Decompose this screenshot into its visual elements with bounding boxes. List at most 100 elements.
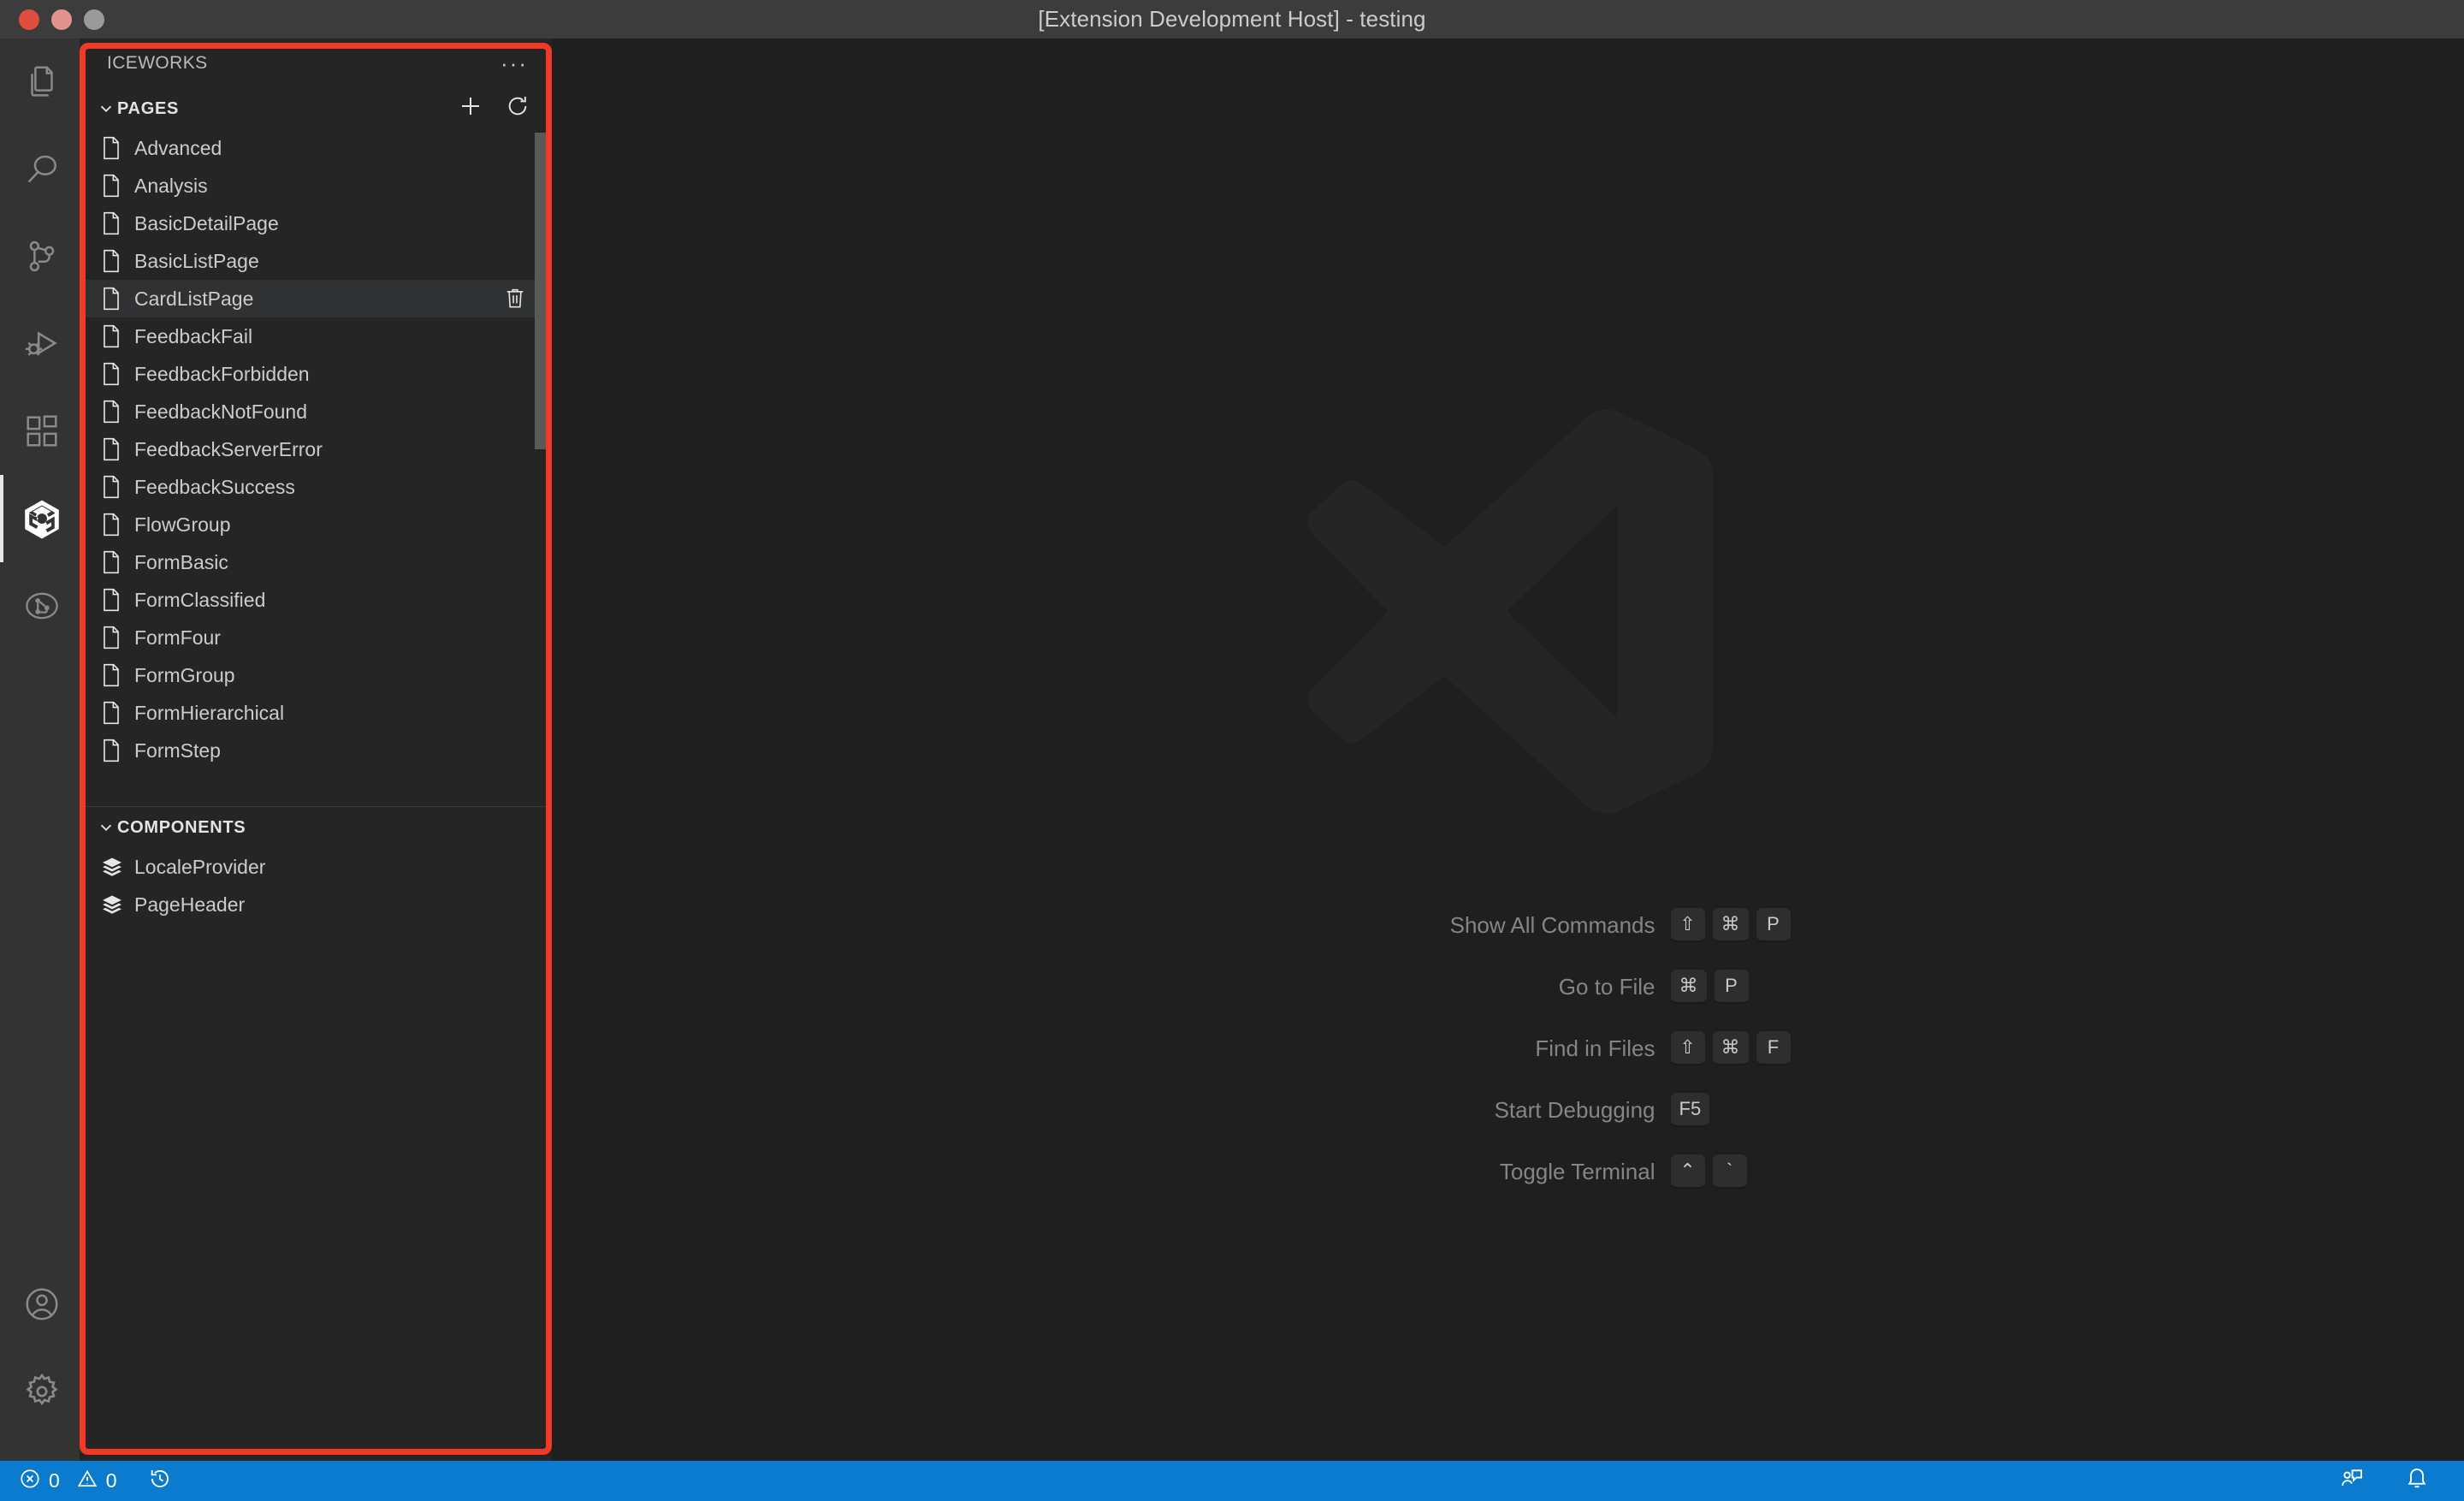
file-icon bbox=[100, 474, 134, 500]
pages-scrollbar[interactable] bbox=[535, 133, 547, 449]
list-item[interactable]: FlowGroup bbox=[80, 506, 552, 543]
shortcut-row[interactable]: Start Debugging F5 bbox=[1183, 1079, 1833, 1141]
list-item-label: FeedbackNotFound bbox=[134, 400, 308, 423]
file-icon bbox=[100, 549, 134, 575]
list-item[interactable]: Analysis bbox=[80, 167, 552, 205]
file-icon bbox=[100, 512, 134, 537]
activity-item-explorer[interactable] bbox=[0, 39, 80, 126]
activity-item-source-control[interactable] bbox=[0, 213, 80, 300]
keycap: ⇧ bbox=[1670, 1031, 1705, 1065]
title-bar: [Extension Development Host] - testing bbox=[0, 0, 2464, 39]
file-icon bbox=[100, 135, 134, 161]
status-history[interactable] bbox=[148, 1467, 172, 1496]
files-icon bbox=[22, 62, 62, 102]
section-header-components[interactable]: COMPONENTS bbox=[80, 807, 552, 848]
activity-item-settings[interactable] bbox=[0, 1348, 80, 1435]
list-item[interactable]: BasicDetailPage bbox=[80, 205, 552, 242]
list-item[interactable]: BasicListPage bbox=[80, 242, 552, 280]
close-button[interactable] bbox=[19, 9, 39, 30]
activity-item-search[interactable] bbox=[0, 126, 80, 213]
warning-count: 0 bbox=[105, 1469, 117, 1492]
file-icon bbox=[100, 738, 134, 763]
components-list[interactable]: LocaleProvider PageHeader bbox=[80, 848, 552, 923]
keycap: ⌃ bbox=[1670, 1154, 1705, 1189]
list-item-label: FormBasic bbox=[134, 550, 228, 573]
activity-item-run-debug[interactable] bbox=[0, 300, 80, 388]
section-label-pages: PAGES bbox=[117, 98, 180, 118]
list-item[interactable]: FeedbackForbidden bbox=[80, 355, 552, 393]
section-components: COMPONENTS LocaleProvider PageHeader bbox=[80, 807, 552, 923]
list-item-label: FormHierarchical bbox=[134, 701, 285, 724]
list-item[interactable]: FeedbackNotFound bbox=[80, 393, 552, 430]
error-count: 0 bbox=[49, 1469, 60, 1492]
pages-list[interactable]: Advanced Analysis BasicDetailPage BasicList… bbox=[80, 129, 552, 806]
shortcut-row[interactable]: Go to File ⌘ P bbox=[1183, 956, 1833, 1017]
bell-icon[interactable] bbox=[2404, 1466, 2430, 1497]
keycap: ⇧ bbox=[1670, 908, 1705, 942]
shortcut-row[interactable]: Find in Files ⇧ ⌘ F bbox=[1183, 1017, 1833, 1079]
shortcut-row[interactable]: Toggle Terminal ⌃ ` bbox=[1183, 1141, 1833, 1202]
list-item-label: FeedbackForbidden bbox=[134, 362, 310, 385]
section-label-components: COMPONENTS bbox=[117, 817, 246, 837]
status-bar: 0 0 bbox=[0, 1461, 2464, 1501]
list-item[interactable]: Advanced bbox=[80, 129, 552, 167]
keycap: ⌘ bbox=[1712, 1031, 1749, 1065]
sidebar-header: ICEWORKS ··· bbox=[80, 39, 552, 88]
list-item[interactable]: FeedbackSuccess bbox=[80, 468, 552, 506]
file-icon bbox=[100, 173, 134, 199]
list-item[interactable]: CardListPage bbox=[80, 280, 552, 317]
shortcut-keys: ⇧ ⌘ P bbox=[1670, 908, 1833, 942]
activity-bar bbox=[0, 39, 80, 1461]
file-icon bbox=[100, 587, 134, 613]
file-icon bbox=[100, 662, 134, 688]
list-item[interactable]: FeedbackServerError bbox=[80, 430, 552, 468]
run-debug-icon bbox=[22, 324, 62, 364]
source-control-icon bbox=[22, 237, 62, 276]
shortcut-label: Show All Commands bbox=[1449, 911, 1656, 938]
list-item[interactable]: FormClassified bbox=[80, 581, 552, 619]
file-icon bbox=[100, 625, 134, 650]
file-icon bbox=[100, 248, 134, 274]
keycap: P bbox=[1714, 970, 1749, 1004]
file-icon bbox=[100, 323, 134, 349]
list-item[interactable]: FormStep bbox=[80, 732, 552, 769]
list-item[interactable]: PageHeader bbox=[80, 886, 552, 923]
chevron-down-icon bbox=[95, 818, 117, 837]
activity-item-accounts[interactable] bbox=[0, 1261, 80, 1348]
sidebar-more-actions-button[interactable]: ··· bbox=[500, 52, 528, 74]
file-icon bbox=[100, 211, 134, 236]
activity-item-iceworks[interactable] bbox=[0, 475, 80, 562]
list-item[interactable]: FormFour bbox=[80, 619, 552, 656]
keycap: F5 bbox=[1670, 1093, 1710, 1127]
plus-icon[interactable] bbox=[458, 93, 483, 124]
feedback-icon[interactable] bbox=[2339, 1466, 2365, 1497]
activity-item-extensions[interactable] bbox=[0, 388, 80, 475]
list-item[interactable]: FormHierarchical bbox=[80, 694, 552, 732]
list-item[interactable]: FormBasic bbox=[80, 543, 552, 581]
minimize-button[interactable] bbox=[51, 9, 72, 30]
git-graph-icon bbox=[22, 586, 62, 626]
shortcut-label: Toggle Terminal bbox=[1499, 1158, 1656, 1184]
sidebar-title-label: ICEWORKS bbox=[107, 53, 208, 73]
delete-page-button[interactable] bbox=[504, 287, 526, 311]
file-icon bbox=[100, 436, 134, 462]
status-problems[interactable]: 0 0 bbox=[19, 1468, 117, 1495]
list-item-label: BasicDetailPage bbox=[134, 211, 279, 234]
section-header-pages[interactable]: PAGES bbox=[80, 88, 552, 129]
list-item-label: FormGroup bbox=[134, 663, 235, 686]
shortcut-row[interactable]: Show All Commands ⇧ ⌘ P bbox=[1183, 894, 1833, 956]
keycap: ` bbox=[1712, 1154, 1747, 1189]
activity-item-git-graph[interactable] bbox=[0, 562, 80, 650]
list-item[interactable]: LocaleProvider bbox=[80, 848, 552, 886]
list-item-label: Advanced bbox=[134, 136, 222, 159]
activity-bar-bottom-group bbox=[0, 1261, 80, 1461]
editor-area: Show All Commands ⇧ ⌘ P Go to File ⌘ P Find in … bbox=[552, 39, 2464, 1461]
watermark-shortcuts: Show All Commands ⇧ ⌘ P Go to File ⌘ P Find in … bbox=[1183, 894, 1833, 1202]
list-item[interactable]: FeedbackFail bbox=[80, 317, 552, 355]
refresh-icon[interactable] bbox=[506, 94, 530, 123]
keycap: P bbox=[1756, 908, 1791, 942]
list-item[interactable]: FormGroup bbox=[80, 656, 552, 694]
chevron-down-icon bbox=[95, 99, 117, 118]
window-controls bbox=[0, 9, 104, 30]
maximize-button[interactable] bbox=[84, 9, 104, 30]
